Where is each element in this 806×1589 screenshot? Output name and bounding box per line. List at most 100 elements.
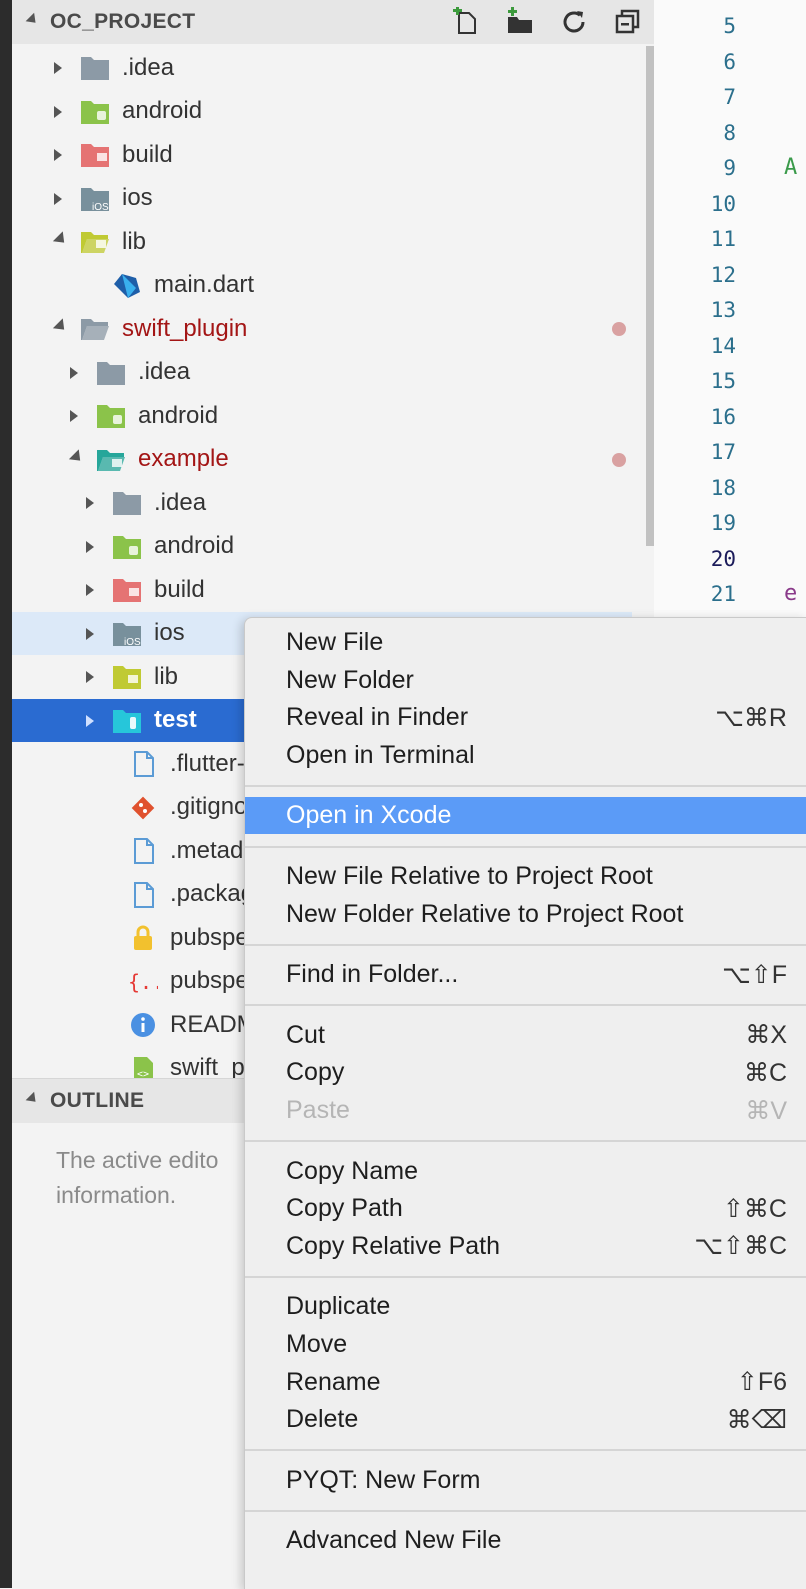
tree-item[interactable]: .idea (12, 46, 632, 90)
tree-item[interactable]: android (12, 394, 632, 438)
android-folder-icon (113, 535, 141, 559)
tree-item[interactable]: example (12, 438, 632, 482)
menu-item-label: Open in Terminal (286, 740, 475, 769)
tree-item[interactable]: build (12, 568, 632, 612)
menu-item-label: PYQT: New Form (286, 1465, 481, 1494)
menu-item-new-file-relative-to-project-root[interactable]: New File Relative to Project Root (245, 858, 806, 895)
explorer-scrollbar[interactable] (646, 46, 654, 546)
menu-item-pyqt-new-form[interactable]: PYQT: New Form (245, 1462, 806, 1499)
menu-item-label: Copy Relative Path (286, 1231, 501, 1260)
chevron-right-icon[interactable] (86, 540, 94, 553)
menu-item-find-in-folder[interactable]: Find in Folder... ⌥⇧F (245, 956, 806, 993)
code-text[interactable]: A (784, 155, 797, 180)
ios-folder-icon: iOS (113, 622, 141, 648)
menu-item-label: Reveal in Finder (286, 703, 469, 732)
new-folder-icon[interactable] (504, 6, 536, 38)
tree-item[interactable]: lib (12, 220, 632, 264)
line-number: 11 (710, 227, 736, 251)
lock-icon (134, 925, 152, 950)
chevron-down-icon[interactable] (52, 231, 70, 248)
modified-dot (612, 322, 626, 336)
tree-item-label: ios (122, 184, 153, 212)
refresh-icon[interactable] (558, 6, 590, 38)
menu-item-copy-path[interactable]: Copy Path ⇧⌘C (245, 1190, 806, 1227)
chevron-right-icon[interactable] (86, 714, 94, 727)
chevron-down-icon[interactable] (68, 448, 86, 466)
code-text[interactable]: e (784, 581, 797, 606)
chevron-right-icon[interactable] (54, 149, 62, 161)
new-file-icon[interactable] (450, 6, 482, 38)
chevron-right-icon[interactable] (54, 62, 62, 74)
tree-item-label: test (154, 706, 197, 734)
chevron-down-icon[interactable] (52, 318, 70, 335)
menu-item-label: Copy (286, 1058, 345, 1087)
menu-item-new-folder-relative-to-project-root[interactable]: New Folder Relative to Project Root (245, 896, 806, 933)
tree-item[interactable]: .idea (12, 351, 632, 395)
menu-item-open-in-xcode[interactable]: Open in Xcode (245, 797, 806, 835)
chevron-right-icon[interactable] (86, 584, 94, 596)
chevron-right-icon[interactable] (86, 497, 94, 509)
menu-separator (245, 784, 806, 787)
chevron-right-icon[interactable] (54, 192, 62, 205)
menu-item-rename[interactable]: Rename ⇧F6 (245, 1364, 806, 1401)
test-folder-icon (113, 709, 141, 733)
tree-item[interactable]: iOS ios (12, 177, 632, 221)
menu-item-reveal-in-finder[interactable]: Reveal in Finder ⌥⌘R (245, 699, 806, 736)
menu-item-delete[interactable]: Delete ⌘⌫ (245, 1401, 806, 1438)
menu-item-shortcut: ⌘V (745, 1096, 787, 1125)
tree-item-label: .idea (154, 488, 207, 516)
line-number: 14 (710, 333, 736, 358)
svg-text:iOS: iOS (124, 637, 141, 648)
tree-item-label: ios (154, 619, 185, 647)
menu-item-new-file[interactable]: New File (245, 624, 806, 661)
menu-item-label: Delete (286, 1405, 359, 1434)
menu-item-label: New Folder (286, 665, 414, 694)
collapse-all-icon[interactable] (612, 6, 644, 38)
menu-item-move[interactable]: Move (245, 1326, 806, 1363)
menu-item-paste: Paste ⌘V (245, 1092, 806, 1129)
menu-item-copy-relative-path[interactable]: Copy Relative Path ⌥⇧⌘C (245, 1228, 806, 1265)
line-number: 15 (710, 369, 736, 393)
outline-title: OUTLINE (50, 1089, 145, 1112)
menu-item-label: New Folder Relative to Project Root (286, 899, 684, 928)
menu-item-cut[interactable]: Cut ⌘X (245, 1017, 806, 1054)
tree-item[interactable]: main.dart (12, 264, 632, 308)
menu-item-label: Open in Xcode (286, 801, 452, 830)
activity-bar (0, 0, 12, 1588)
tree-item[interactable]: android (12, 525, 632, 569)
chevron-right-icon[interactable] (86, 671, 94, 683)
menu-item-open-in-terminal[interactable]: Open in Terminal (245, 737, 806, 774)
menu-item-new-folder[interactable]: New Folder (245, 662, 806, 699)
tree-item-label: main.dart (154, 271, 255, 299)
tree-item-label: pubspe (170, 923, 249, 951)
tree-item-label: android (138, 401, 219, 429)
git-icon (131, 796, 155, 819)
info-icon (131, 1013, 155, 1037)
chevron-down-icon[interactable] (25, 1091, 40, 1106)
tree-item[interactable]: .idea (12, 481, 632, 525)
tree-item[interactable]: build (12, 133, 632, 177)
menu-item-duplicate[interactable]: Duplicate (245, 1288, 806, 1325)
tree-item[interactable]: android (12, 90, 632, 134)
chevron-right-icon[interactable] (70, 366, 78, 379)
chevron-right-icon[interactable] (70, 410, 78, 422)
explorer-section-header[interactable]: OC_PROJECT (12, 0, 654, 44)
menu-item-copy[interactable]: Copy ⌘C (245, 1054, 806, 1091)
menu-separator (245, 845, 806, 848)
tree-item-label: example (138, 445, 229, 473)
tree-item-label: .packag (170, 880, 255, 908)
menu-item-shortcut: ⌘X (745, 1021, 787, 1050)
menu-item-shortcut: ⌘⌫ (726, 1405, 787, 1434)
tree-item[interactable]: swift_plugin (12, 307, 632, 351)
chevron-down-icon[interactable] (25, 12, 40, 27)
line-number: 16 (710, 404, 736, 429)
menu-separator (245, 1004, 806, 1007)
tree-item-label: swift_plugin (122, 314, 248, 342)
menu-item-advanced-new-file[interactable]: Advanced New File (245, 1522, 806, 1559)
chevron-right-icon[interactable] (54, 105, 62, 118)
chevron-right-icon[interactable] (86, 627, 94, 640)
menu-item-copy-name[interactable]: Copy Name (245, 1153, 806, 1190)
menu-item-label: Duplicate (286, 1292, 391, 1321)
menu-item-shortcut: ⇧F6 (736, 1368, 787, 1397)
line-number: 19 (710, 511, 736, 535)
